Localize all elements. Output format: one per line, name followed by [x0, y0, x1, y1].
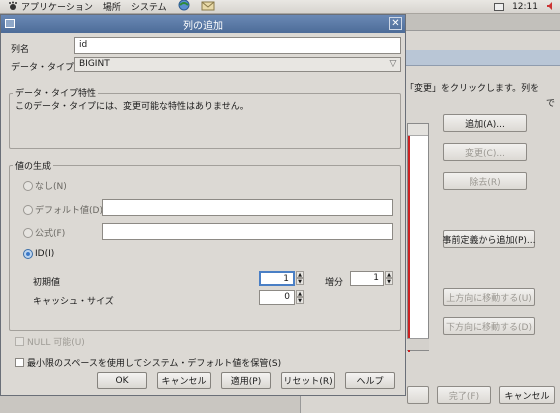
background-instruction-text: 「変更」をクリックします。列を で	[405, 84, 555, 109]
window-menu-icon[interactable]	[5, 19, 15, 28]
chevron-up-icon[interactable]: ▲	[296, 271, 304, 278]
chevron-up-icon[interactable]: ▲	[385, 271, 393, 278]
dialog-titlebar[interactable]: 列の追加 ✕	[1, 15, 405, 33]
chevron-down-icon[interactable]: ▼	[296, 278, 304, 285]
back-button[interactable]	[407, 386, 429, 404]
dialog-title: 列の追加	[183, 20, 223, 32]
wizard-cancel-button[interactable]: キャンセル	[499, 386, 555, 404]
clock[interactable]: 12:11	[512, 2, 538, 12]
add-predefined-button[interactable]: 事前定義から追加(P)...	[442, 230, 536, 248]
move-up-button[interactable]: 上方向に移動する(U)	[443, 288, 535, 306]
column-name-label: 列名	[11, 45, 30, 55]
nullable-checkbox[interactable]: NULL 可能(U)	[15, 335, 85, 348]
default-value-input[interactable]	[102, 199, 393, 216]
radio-default-value[interactable]: デフォルト値(D)	[23, 203, 103, 216]
apply-button[interactable]: 適用(P)	[221, 372, 271, 389]
initial-value-spinner[interactable]: 1	[259, 271, 295, 286]
formula-input[interactable]	[102, 223, 393, 240]
columns-table-header	[408, 124, 428, 136]
chevron-down-icon[interactable]: ▼	[296, 297, 304, 304]
initial-value-label: 初期値	[33, 278, 61, 288]
increment-label: 増分	[325, 278, 344, 288]
help-button[interactable]: ヘルプ	[345, 372, 395, 389]
datatype-properties-text: このデータ・タイプには、変更可能な特性はありません。	[15, 102, 249, 112]
move-down-button[interactable]: 下方向に移動する(D)	[443, 317, 535, 335]
volume-icon[interactable]	[546, 1, 556, 14]
datatype-select[interactable]: BIGINT ▽	[74, 57, 401, 72]
datatype-label: データ・タイプ	[11, 63, 75, 73]
top-panel: アプリケーション 場所 システム 12:11	[0, 0, 560, 14]
chevron-up-icon[interactable]: ▲	[296, 290, 304, 297]
places-menu[interactable]: 場所	[103, 0, 121, 13]
chevron-down-icon: ▽	[389, 59, 397, 69]
datatype-properties-title: データ・タイプ特性	[13, 86, 99, 99]
value-generation-title: 値の生成	[13, 159, 54, 172]
close-icon[interactable]: ✕	[389, 17, 402, 30]
cache-size-spinner[interactable]: 0	[259, 290, 295, 305]
cache-size-stepper[interactable]: ▲ ▼	[296, 290, 304, 305]
chevron-down-icon[interactable]: ▼	[385, 278, 393, 285]
radio-identity[interactable]: ID(I)	[23, 249, 54, 259]
cancel-button[interactable]: キャンセル	[157, 372, 211, 389]
radio-formula[interactable]: 公式(F)	[23, 226, 65, 239]
column-name-input[interactable]: id	[74, 37, 401, 54]
applications-menu[interactable]: アプリケーション	[8, 0, 93, 13]
add-column-dialog: 列の追加 ✕ 列名 id データ・タイプ BIGINT ▽ データ・タイプ特性 …	[0, 14, 406, 396]
add-column-button[interactable]: 追加(A)...	[443, 114, 527, 132]
reset-button[interactable]: リセット(R)	[281, 372, 335, 389]
change-column-button[interactable]: 変更(C)...	[443, 143, 527, 161]
columns-table[interactable]	[407, 123, 429, 352]
increment-stepper[interactable]: ▲ ▼	[385, 271, 393, 286]
cache-size-label: キャッシュ・サイズ	[33, 297, 114, 307]
radio-none[interactable]: なし(N)	[23, 179, 67, 192]
columns-table-scrollbar[interactable]	[407, 338, 429, 350]
system-menu[interactable]: システム	[131, 0, 167, 13]
ok-button[interactable]: OK	[97, 372, 147, 389]
notification-icon[interactable]	[494, 3, 505, 11]
gnome-foot-icon	[8, 1, 18, 11]
min-space-checkbox[interactable]: 最小限のスペースを使用してシステム・デフォルト値を保管(S)	[15, 356, 281, 369]
browser-launcher-icon[interactable]	[177, 0, 191, 14]
finish-button[interactable]: 完了(F)	[437, 386, 491, 404]
initial-value-stepper[interactable]: ▲ ▼	[296, 271, 304, 286]
remove-column-button[interactable]: 除去(R)	[443, 172, 527, 190]
increment-spinner[interactable]: 1	[350, 271, 384, 286]
mail-launcher-icon[interactable]	[201, 0, 215, 14]
columns-table-selection	[408, 136, 428, 352]
